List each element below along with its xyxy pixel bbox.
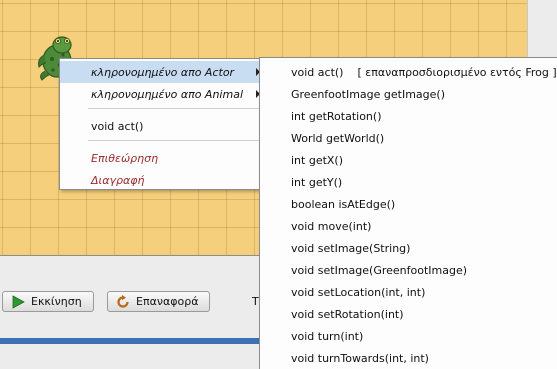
submenu-item-act[interactable]: void act() [ επαναπροσδιορισμένο εντός F… [260,61,557,83]
menu-item-delete[interactable]: Διαγραφή [60,169,265,191]
play-icon [11,294,25,309]
submenu-item-get-x[interactable]: int getX() [260,149,557,171]
submenu-item-label: void setImage(String) [291,241,411,255]
submenu-item-label: GreenfootImage getImage() [291,87,445,101]
menu-item-inherited-animal[interactable]: κληρονομημένο απο Animal [60,83,265,105]
menu-item-inherited-actor[interactable]: κληρονομημένο απο Actor [60,61,265,83]
menu-item-label: κληρονομημένο απο Animal [91,87,244,101]
submenu-item-move[interactable]: void move(int) [260,215,557,237]
menu-item-label: κληρονομημένο απο Actor [91,65,235,79]
submenu-item-get-y[interactable]: int getY() [260,171,557,193]
reset-icon [116,294,130,309]
submenu-item-label: boolean isAtEdge() [291,197,396,211]
reset-button-label: Επαναφορά [136,295,199,308]
menu-item-label: Επιθεώρηση [91,151,159,165]
submenu-item-get-image[interactable]: GreenfootImage getImage() [260,83,557,105]
submenu-item-turn-towards[interactable]: void turnTowards(int, int) [260,347,557,369]
context-menu: κληρονομημένο απο Actor κληρονομημένο απ… [59,58,266,190]
submenu-item-label: World getWorld() [291,131,385,145]
submenu-item-label: void setImage(GreenfootImage) [291,263,468,277]
menu-item-label: Διαγραφή [91,173,145,187]
submenu-item-label: int getRotation() [291,109,382,123]
menu-separator [88,108,263,109]
submenu-item-get-rotation[interactable]: int getRotation() [260,105,557,127]
submenu-item-set-image-greenfoot[interactable]: void setImage(GreenfootImage) [260,259,557,281]
submenu-item-label: int getX() [291,153,344,167]
submenu-item-note: [ επαναπροσδιορισμένο εντός Frog ] [357,65,557,79]
menu-item-act[interactable]: void act() [60,115,265,137]
submenu-item-label: void move(int) [291,219,372,233]
submenu-item-set-image-string[interactable]: void setImage(String) [260,237,557,259]
menu-item-inspect[interactable]: Επιθεώρηση [60,147,265,169]
inherited-methods-submenu: void act() [ επαναπροσδιορισμένο εντός F… [259,57,557,369]
submenu-item-label: void turn(int) [291,329,364,343]
submenu-item-label: int getY() [291,175,343,189]
submenu-item-set-location[interactable]: void setLocation(int, int) [260,281,557,303]
speed-label: Τ [252,295,259,308]
submenu-item-is-at-edge[interactable]: boolean isAtEdge() [260,193,557,215]
submenu-item-label: void setRotation(int) [291,307,404,321]
reset-button[interactable]: Επαναφορά [107,291,210,312]
menu-separator [88,140,263,141]
submenu-item-label: void setLocation(int, int) [291,285,426,299]
submenu-item-label: void act() [291,65,344,79]
submenu-item-get-world[interactable]: World getWorld() [260,127,557,149]
run-button[interactable]: Εκκίνηση [2,291,94,312]
submenu-item-set-rotation[interactable]: void setRotation(int) [260,303,557,325]
run-button-label: Εκκίνηση [31,295,82,308]
menu-item-label: void act() [91,119,144,133]
submenu-item-turn[interactable]: void turn(int) [260,325,557,347]
submenu-item-label: void turnTowards(int, int) [291,351,429,365]
